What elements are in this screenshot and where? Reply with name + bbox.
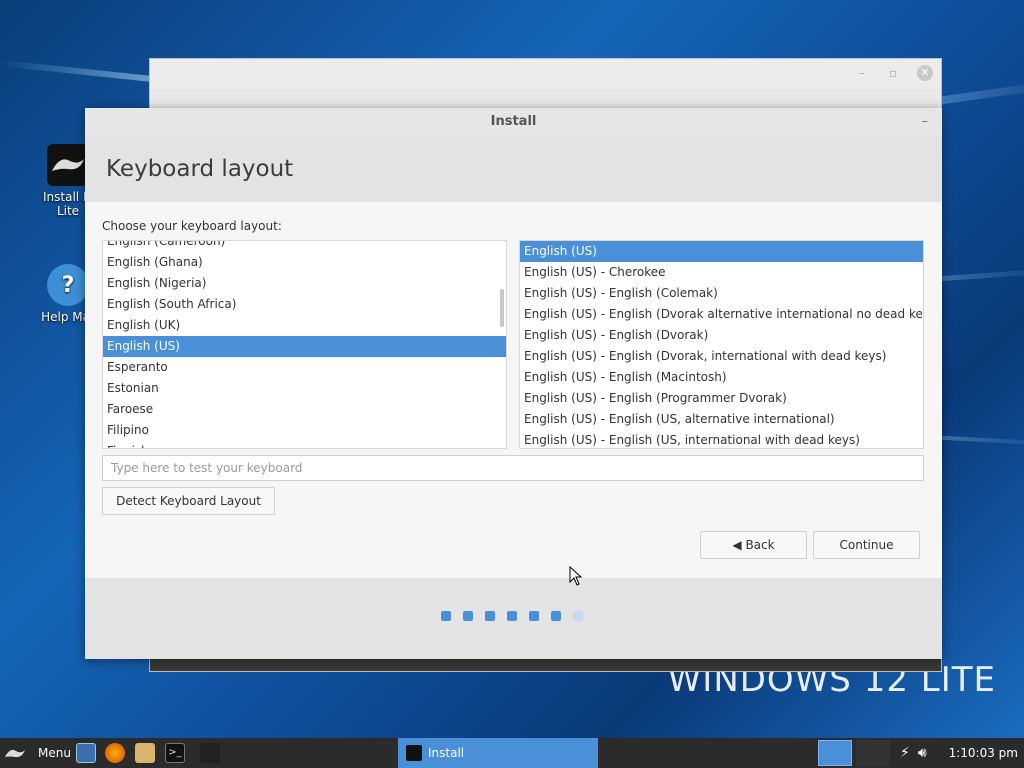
progress-dot (463, 611, 473, 621)
layout-list-item[interactable]: English (South Africa) (103, 294, 506, 315)
progress-dot (551, 611, 561, 621)
progress-dot (485, 611, 495, 621)
layout-list-item[interactable]: Esperanto (103, 357, 506, 378)
page-title: Keyboard layout (85, 136, 942, 202)
installer-icon (47, 144, 89, 186)
maximize-icon[interactable]: ▫ (889, 66, 897, 80)
layout-list-item[interactable]: English (Nigeria) (103, 273, 506, 294)
mouse-cursor-icon (569, 566, 583, 586)
minimize-icon[interactable]: – (859, 66, 865, 80)
taskbar: Menu >_ Install ⚡ 🔊︎ 1:10:03 pm (0, 738, 1024, 768)
progress-footer (85, 578, 942, 659)
close-icon[interactable]: ✕ (917, 65, 933, 81)
firefox-icon[interactable] (105, 743, 125, 763)
back-arrow-icon: ◀ (732, 538, 742, 552)
variant-list-item[interactable]: English (US) - Cherokee (520, 262, 923, 283)
variant-list-item[interactable]: English (US) - English (US, alternative … (520, 409, 923, 430)
layout-list-item[interactable]: Faroese (103, 399, 506, 420)
back-button[interactable]: ◀ Back (700, 531, 807, 559)
taskbar-item-label: Install (428, 746, 465, 760)
layout-list-item[interactable]: English (UK) (103, 315, 506, 336)
content-area: Choose your keyboard layout: English (Ca… (85, 202, 942, 578)
layout-list-item[interactable]: Estonian (103, 378, 506, 399)
layout-list[interactable]: English (Cameroon) English (Ghana) English… (102, 240, 507, 449)
back-button-label: Back (745, 538, 775, 552)
window-title: Install (490, 114, 537, 129)
layout-list-item[interactable]: English (Cameroon) (103, 241, 506, 252)
terminal-icon[interactable]: >_ (165, 743, 185, 763)
layout-prompt: Choose your keyboard layout: (102, 219, 282, 233)
volume-icon[interactable]: 🔊︎ (918, 745, 927, 761)
variant-list-item[interactable]: English (US) - English (Dvorak, internat… (520, 346, 923, 367)
progress-dot (529, 611, 539, 621)
variant-list-item[interactable]: English (US) - English (Macintosh) (520, 367, 923, 388)
progress-dot (441, 611, 451, 621)
variant-list[interactable]: English (US) English (US) - Cherokee Engli… (519, 240, 924, 449)
keyboard-test-input[interactable] (102, 455, 924, 481)
start-menu-button[interactable]: Menu (4, 738, 71, 768)
layout-list-item[interactable]: English (Ghana) (103, 252, 506, 273)
background-window-bottom (150, 659, 941, 671)
installer-launcher-icon[interactable] (200, 743, 220, 763)
progress-dot (573, 611, 583, 621)
layout-list-item[interactable]: English (US) (103, 336, 506, 357)
background-window-titlebar[interactable]: – ▫ ✕ (150, 59, 941, 89)
continue-button[interactable]: Continue (813, 531, 920, 559)
variant-list-item[interactable]: English (US) - English (US, internationa… (520, 430, 923, 448)
network-icon[interactable]: ⚡ (900, 745, 910, 761)
workspace-2[interactable] (856, 740, 890, 766)
clock[interactable]: 1:10:03 pm (949, 738, 1018, 768)
progress-dots (441, 611, 583, 621)
taskbar-item-install[interactable]: Install (398, 738, 598, 768)
variant-list-item[interactable]: English (US) - English (Programmer Dvora… (520, 388, 923, 409)
menu-label: Menu (38, 746, 71, 760)
layout-list-item[interactable]: Finnish (103, 441, 506, 448)
menu-logo-icon (5, 749, 25, 758)
system-tray: ⚡ 🔊︎ (900, 738, 927, 768)
help-icon: ? (47, 264, 89, 306)
variant-list-item[interactable]: English (US) (520, 241, 923, 262)
workspace-1[interactable] (818, 740, 852, 766)
show-desktop-icon[interactable] (76, 743, 96, 763)
layout-list-item[interactable]: Filipino (103, 420, 506, 441)
progress-dot (507, 611, 517, 621)
variant-list-item[interactable]: English (US) - English (Dvorak alternati… (520, 304, 923, 325)
file-manager-icon[interactable] (135, 743, 155, 763)
install-window: Install – Keyboard layout Choose your ke… (85, 108, 942, 659)
install-titlebar[interactable]: Install – (85, 108, 942, 136)
variant-list-item[interactable]: English (US) - English (Colemak) (520, 283, 923, 304)
install-task-icon (406, 745, 422, 761)
layout-list-scrollbar[interactable] (500, 289, 504, 327)
detect-keyboard-button[interactable]: Detect Keyboard Layout (102, 487, 275, 515)
variant-list-item[interactable]: English (US) - English (Dvorak) (520, 325, 923, 346)
minimize-button[interactable]: – (922, 108, 929, 136)
